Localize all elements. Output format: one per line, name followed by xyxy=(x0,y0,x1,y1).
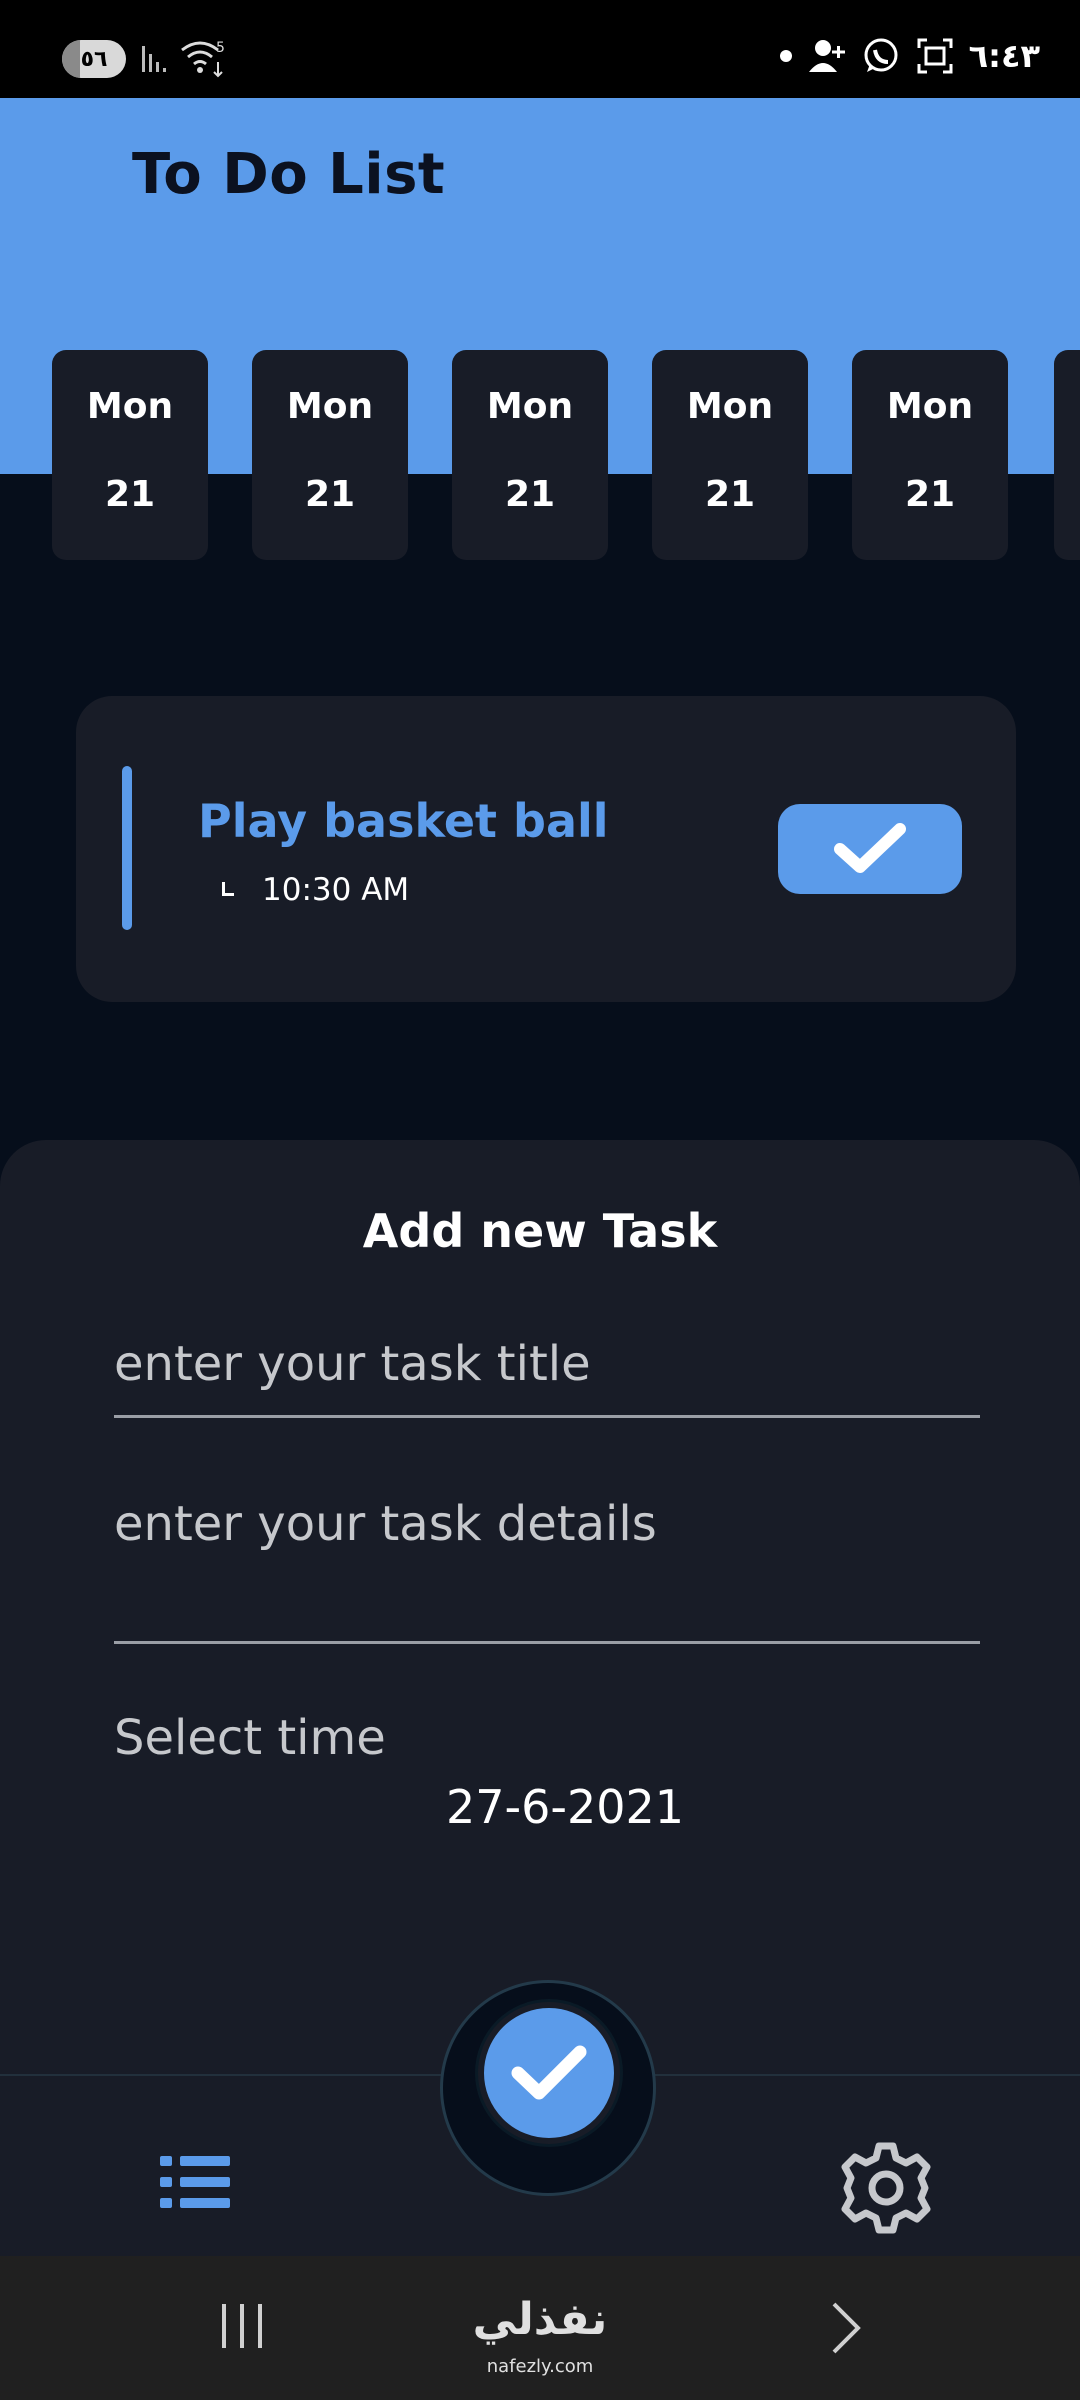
list-icon[interactable] xyxy=(158,2152,232,2212)
watermark-url: nafezly.com xyxy=(486,2356,594,2377)
page-title: To Do List xyxy=(132,142,446,207)
date-number: 21 xyxy=(904,474,956,515)
task-card[interactable]: Play basket ball 10:30 AM xyxy=(76,696,1016,1002)
task-details-input[interactable]: enter your task details xyxy=(114,1496,980,1644)
task-title-input[interactable]: enter your task title xyxy=(114,1336,980,1418)
date-day: Mon xyxy=(686,386,774,427)
system-nav-bar: نفذلي nafezly.com xyxy=(0,2256,1080,2400)
date-card[interactable]: Mon 21 xyxy=(452,350,608,560)
dot-icon xyxy=(779,50,792,62)
date-number: 21 xyxy=(704,474,756,515)
select-time-label[interactable]: Select time xyxy=(114,1710,386,1766)
status-bar: ٥٦ 5 ٦:٤٣ xyxy=(0,0,1080,98)
wifi-icon: 5 xyxy=(181,40,225,78)
date-card[interactable]: Mon 21 xyxy=(52,350,208,560)
date-day: Mon xyxy=(886,386,974,427)
task-accent-bar xyxy=(122,766,132,930)
whatsapp-icon xyxy=(864,38,898,72)
selected-date[interactable]: 27-6-2021 xyxy=(0,1780,1080,1834)
date-card[interactable]: Mon 21 xyxy=(652,350,808,560)
add-contact-icon xyxy=(808,40,845,72)
date-day: Mon xyxy=(486,386,574,427)
date-number: 21 xyxy=(504,474,556,515)
check-icon xyxy=(511,2045,587,2100)
battery-icon: ٥٦ xyxy=(62,40,126,78)
date-day: Mon xyxy=(86,386,174,427)
check-icon xyxy=(834,823,906,873)
watermark-logo: نفذلي xyxy=(472,2294,608,2345)
status-right: ٦:٤٣ xyxy=(779,36,1040,76)
task-title: Play basket ball xyxy=(198,794,609,848)
clock-icon xyxy=(216,878,240,902)
date-day: Mon xyxy=(286,386,374,427)
date-card[interactable]: Mon 21 xyxy=(852,350,1008,560)
home-button[interactable]: نفذلي nafezly.com xyxy=(470,2294,610,2377)
date-card[interactable]: Mon 21 xyxy=(252,350,408,560)
signal-icon xyxy=(142,46,166,72)
screenshot-icon xyxy=(917,38,953,74)
battery-level: ٥٦ xyxy=(80,46,108,72)
task-time: 10:30 AM xyxy=(262,872,410,908)
date-card-partial[interactable] xyxy=(1054,350,1080,560)
gear-icon[interactable] xyxy=(836,2138,936,2238)
date-number: 21 xyxy=(104,474,156,515)
recent-apps-icon[interactable] xyxy=(220,2302,264,2350)
date-number: 21 xyxy=(304,474,356,515)
status-clock: ٦:٤٣ xyxy=(968,37,1040,75)
task-done-button[interactable] xyxy=(778,804,962,894)
task-time-row: 10:30 AM xyxy=(216,872,409,908)
back-icon[interactable] xyxy=(828,2300,864,2356)
add-task-fab[interactable] xyxy=(478,2002,620,2144)
sheet-title: Add new Task xyxy=(362,1204,718,1258)
wifi-badge: 5 xyxy=(216,40,225,56)
